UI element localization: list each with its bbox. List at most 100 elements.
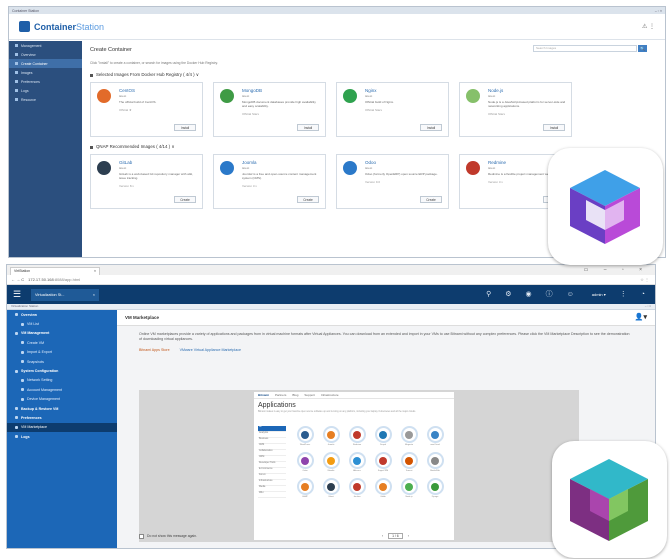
app-tile[interactable]: Ghost (318, 478, 344, 498)
install-button[interactable]: Install (543, 124, 565, 131)
tasks-icon[interactable]: ⚙ (505, 290, 511, 298)
bitnami-nav-item[interactable]: Infrastructure (321, 393, 339, 397)
sidebar-item[interactable]: Preferences (7, 413, 117, 422)
app-tile[interactable]: Drupal (370, 426, 396, 446)
app-tile[interactable]: Joomla (318, 426, 344, 446)
cs-header-icons[interactable]: ⚠ ⋮ (642, 23, 655, 30)
section-docker-hub[interactable]: Selected Images From Docker Hub Registry… (90, 72, 657, 78)
app-tile[interactable]: Odoo (292, 452, 318, 472)
bitnami-nav-item[interactable]: Blog (292, 393, 298, 397)
bitnami-nav-item[interactable]: Bitnami (258, 393, 269, 397)
bitnami-nav-item[interactable]: Support (304, 393, 315, 397)
sidebar-item[interactable]: Logs (9, 86, 82, 95)
browser-window-controls[interactable]: ▭ – ▫ × (584, 267, 649, 273)
app-tile[interactable]: Tomcat (396, 452, 422, 472)
sidebar-item[interactable]: Backup & Restore VM (7, 404, 117, 413)
account-icon[interactable]: 👤▾ (635, 313, 647, 321)
image-tag: latest (488, 94, 496, 98)
notification-icon[interactable]: ◉ (525, 290, 531, 298)
image-name[interactable]: Joomla (242, 160, 321, 165)
app-tile[interactable]: Magento (396, 426, 422, 446)
image-name[interactable]: CentOS (119, 88, 198, 93)
sidebar-item[interactable]: Management (9, 41, 82, 50)
more-icon[interactable]: ⋮ (620, 290, 627, 298)
dashboard-icon[interactable]: ◔ (641, 291, 645, 298)
install-button[interactable]: Install (174, 124, 196, 131)
image-name[interactable]: Odoo (365, 160, 444, 165)
app-tile[interactable]: ownCloud (422, 426, 448, 446)
sidebar-item[interactable]: VM Marketplace (7, 422, 117, 433)
next-page-icon[interactable]: › (408, 534, 409, 538)
image-logo-icon (343, 89, 357, 103)
image-description: GitLab is a web-based Git repository man… (119, 172, 194, 180)
search-button[interactable]: 🔍 (638, 45, 647, 52)
app-tile[interactable]: SugarCRM (370, 452, 396, 472)
image-name[interactable]: GitLab (119, 160, 198, 165)
app-name: Ghost (328, 496, 334, 498)
app-icon (426, 426, 444, 443)
intro-text: Click "Install" to create a container, o… (90, 61, 218, 65)
user-menu[interactable]: admin ▾ (592, 292, 606, 297)
browser-tab[interactable]: VirtStation × (10, 267, 100, 275)
app-tile[interactable]: Jenkins (344, 478, 370, 498)
app-tile[interactable]: MediaWiki (422, 452, 448, 472)
sidebar-item[interactable]: Create VM (7, 338, 117, 347)
app-tile[interactable]: Redmine (344, 426, 370, 446)
sidebar-item[interactable]: Create Container (9, 59, 82, 68)
sidebar-item[interactable]: VM Management (7, 329, 117, 338)
sidebar-item[interactable]: Overview (7, 310, 117, 319)
cs-window-controls[interactable]: – ▫ × (655, 9, 662, 13)
install-button[interactable]: Install (420, 124, 442, 131)
app-name: Drupal (379, 444, 387, 446)
sidebar-item[interactable]: VM List (7, 319, 117, 328)
virtualization-station-app-icon (552, 441, 667, 558)
sidebar-item[interactable]: Account Management (7, 385, 117, 394)
app-tile[interactable]: WordPress (292, 426, 318, 446)
sidebar-item[interactable]: Overview (9, 50, 82, 59)
app-tile[interactable]: Django (422, 478, 448, 498)
image-logo-icon (220, 161, 234, 175)
install-button[interactable]: Create (297, 196, 319, 203)
sidebar-item[interactable]: Import & Export (7, 348, 117, 357)
sidebar-item[interactable]: Device Management (7, 395, 117, 404)
app-tile[interactable]: Alfresco (344, 452, 370, 472)
search-input[interactable]: Search Images (533, 45, 637, 52)
dont-show-checkbox[interactable] (139, 533, 144, 539)
url-field[interactable]: 172.17.50.168:8088/app.html (28, 277, 80, 282)
image-name[interactable]: Node.js (488, 88, 567, 93)
vs-window-controls[interactable]: – ▫ × (645, 304, 651, 309)
sidebar-item[interactable]: Resource (9, 95, 82, 104)
search-icon[interactable]: ⚲ (486, 290, 491, 298)
bitnami-nav-item[interactable]: Partners (275, 393, 286, 397)
image-card: Joomla latest Joomla! is a free and open-s… (213, 154, 326, 209)
app-tab-close-icon[interactable]: × (93, 293, 95, 297)
vmware-link[interactable]: VMware Virtual Appliance Marketplace (180, 348, 241, 352)
sidebar-item[interactable]: System Configuration (7, 366, 117, 375)
app-tab[interactable]: Virtualization St... × (31, 288, 99, 301)
sidebar-item[interactable]: Snapshots (7, 357, 117, 366)
prev-page-icon[interactable]: ‹ (382, 534, 383, 538)
info-icon[interactable]: ⓘ (546, 289, 553, 299)
sidebar-item[interactable]: Images (9, 68, 82, 77)
page-indicator[interactable]: 1 / 6 (388, 533, 403, 539)
category-item[interactable]: Wiki (258, 492, 286, 498)
app-tile[interactable]: Moodle (318, 452, 344, 472)
image-name[interactable]: Nginx (365, 88, 444, 93)
browser-menu-icons[interactable]: ☆ ⋮ (640, 277, 649, 282)
browser-tab-close-icon[interactable]: × (94, 269, 96, 274)
cs-logo-text: ContainerStation (34, 22, 104, 32)
bitnami-link[interactable]: Bitnami Apps Store (139, 348, 170, 352)
app-tile[interactable]: Node.js (396, 478, 422, 498)
install-button[interactable]: Create (420, 196, 442, 203)
install-button[interactable]: Create (174, 196, 196, 203)
app-tile[interactable]: Gitlab (370, 478, 396, 498)
sidebar-item[interactable]: Network Setting (7, 376, 117, 385)
sidebar-item[interactable]: Logs (7, 432, 117, 441)
browser-nav-icons[interactable]: ← → C (11, 277, 24, 282)
app-tile[interactable]: LAMP (292, 478, 318, 498)
hamburger-menu-icon[interactable]: ☰ (13, 289, 27, 300)
install-button[interactable]: Install (297, 124, 319, 131)
image-name[interactable]: MongoDB (242, 88, 321, 93)
sidebar-item[interactable]: Preferences (9, 77, 82, 86)
user-icon[interactable]: ☺ (567, 291, 574, 298)
